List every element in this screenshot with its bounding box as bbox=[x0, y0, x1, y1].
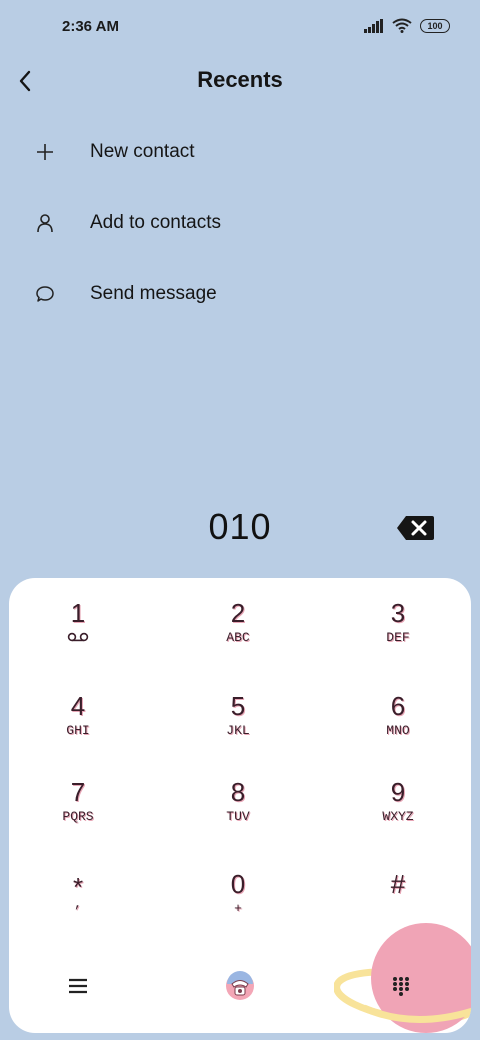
plus-icon bbox=[33, 140, 57, 164]
call-button[interactable] bbox=[218, 964, 262, 1008]
message-bubble-icon bbox=[33, 282, 57, 306]
status-bar: 2:36 AM 100 bbox=[0, 0, 480, 56]
key-digit: 9 bbox=[390, 777, 406, 807]
key-5[interactable]: 5 JKL bbox=[173, 691, 303, 771]
action-menu: New contact Add to contacts Send message bbox=[0, 116, 480, 329]
hide-keypad-button[interactable] bbox=[379, 964, 423, 1008]
keypad-grid-icon bbox=[393, 977, 409, 996]
header: Recents bbox=[0, 56, 480, 108]
key-digit: 4 bbox=[70, 691, 86, 721]
key-7[interactable]: 7 PQRS bbox=[13, 777, 143, 857]
key-1[interactable]: 1 bbox=[13, 598, 143, 678]
key-star[interactable]: * , bbox=[13, 872, 143, 952]
key-0[interactable]: 0 + bbox=[173, 869, 303, 949]
signal-icon bbox=[364, 18, 383, 33]
key-digit: 3 bbox=[390, 598, 406, 628]
key-4[interactable]: 4 GHI bbox=[13, 691, 143, 771]
key-letters: JKL bbox=[226, 723, 250, 738]
key-8[interactable]: 8 TUV bbox=[173, 777, 303, 857]
key-letters: , bbox=[74, 896, 82, 911]
key-6[interactable]: 6 MNO bbox=[333, 691, 463, 771]
status-icons: 100 bbox=[364, 18, 450, 33]
key-hash[interactable]: # bbox=[333, 869, 463, 949]
status-time: 2:36 AM bbox=[62, 18, 119, 35]
add-to-contacts-label: Add to contacts bbox=[90, 211, 221, 233]
key-letters: + bbox=[234, 901, 242, 916]
key-letters: GHI bbox=[66, 723, 90, 738]
key-digit: 6 bbox=[390, 691, 406, 721]
new-contact-item[interactable]: New contact bbox=[0, 116, 480, 187]
key-letters: PQRS bbox=[62, 809, 94, 824]
key-digit: 5 bbox=[230, 691, 246, 721]
key-letters: WXYZ bbox=[382, 809, 414, 824]
person-icon bbox=[33, 211, 57, 235]
voicemail-icon bbox=[67, 632, 89, 642]
key-letters: TUV bbox=[226, 809, 250, 824]
key-digit: 1 bbox=[70, 598, 86, 628]
wifi-icon bbox=[392, 18, 412, 33]
backspace-button[interactable] bbox=[396, 514, 436, 542]
menu-button[interactable] bbox=[56, 964, 100, 1008]
key-digit: 8 bbox=[230, 777, 246, 807]
new-contact-label: New contact bbox=[90, 140, 195, 162]
add-to-contacts-item[interactable]: Add to contacts bbox=[0, 187, 480, 258]
key-3[interactable]: 3 DEF bbox=[333, 598, 463, 678]
key-digit: 2 bbox=[230, 598, 246, 628]
menu-lines-icon bbox=[69, 978, 87, 994]
battery-indicator: 100 bbox=[420, 18, 450, 33]
backspace-icon bbox=[397, 516, 434, 540]
page-title: Recents bbox=[197, 67, 283, 92]
send-message-label: Send message bbox=[90, 282, 217, 304]
key-letters: ABC bbox=[226, 630, 250, 645]
key-2[interactable]: 2 ABC bbox=[173, 598, 303, 678]
dialed-number-row: 010 bbox=[0, 500, 480, 560]
key-9[interactable]: 9 WXYZ bbox=[333, 777, 463, 857]
key-digit: 7 bbox=[70, 777, 86, 807]
dial-keypad: 1 2 ABC 3 DEF 4 GHI 5 JKL 6 MNO 7 PQRS 8… bbox=[9, 578, 471, 1033]
key-digit: # bbox=[390, 869, 406, 899]
key-letters: DEF bbox=[386, 630, 410, 645]
key-digit: 0 bbox=[230, 869, 246, 899]
phone-icon bbox=[226, 971, 254, 1000]
key-letters: MNO bbox=[386, 723, 410, 738]
send-message-item[interactable]: Send message bbox=[0, 258, 480, 329]
